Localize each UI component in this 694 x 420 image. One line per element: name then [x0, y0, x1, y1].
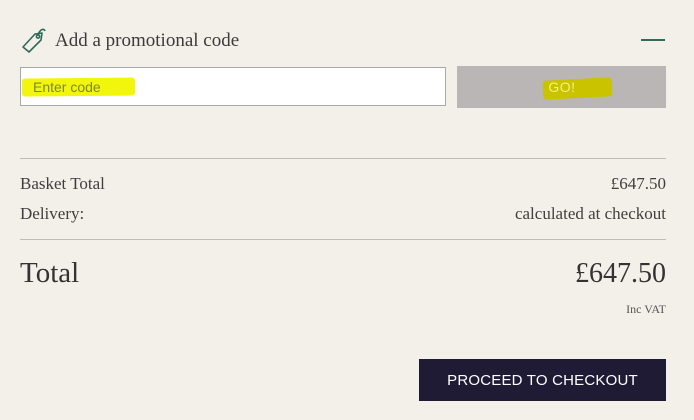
tag-icon	[22, 28, 46, 53]
total-value: £647.50	[575, 258, 666, 289]
delivery-value: calculated at checkout	[514, 204, 666, 223]
minus-icon[interactable]	[641, 39, 665, 41]
basket-total-value: £647.50	[610, 174, 666, 193]
promo-title: Add a promotional code	[55, 30, 240, 51]
basket-total-label: Basket Total	[20, 174, 105, 193]
proceed-to-checkout-button[interactable]: PROCEED TO CHECKOUT	[419, 359, 666, 401]
promo-code-input[interactable]	[20, 67, 446, 106]
summary-divider-mid	[20, 239, 666, 240]
vat-note: Inc VAT	[626, 302, 666, 316]
promo-section-header[interactable]: Add a promotional code	[19, 25, 669, 59]
summary-divider-top	[20, 158, 666, 159]
go-button[interactable]	[457, 66, 666, 108]
total-label: Total	[20, 257, 80, 289]
delivery-label: Delivery:	[20, 204, 85, 223]
